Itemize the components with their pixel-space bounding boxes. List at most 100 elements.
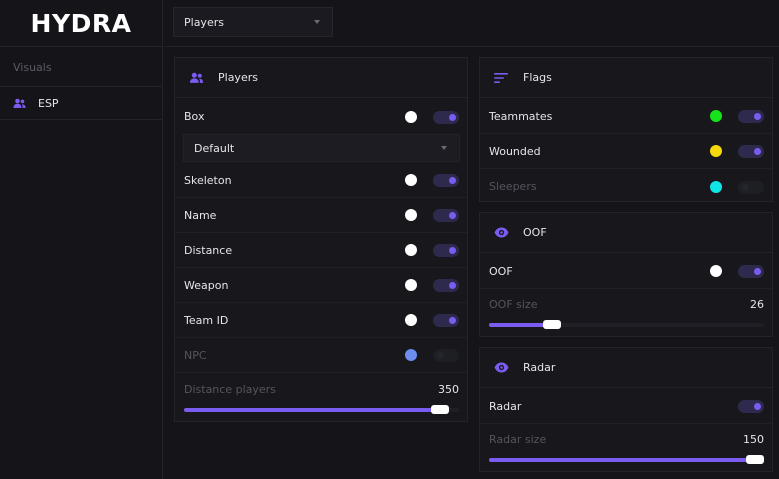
toggle-knob [754, 113, 761, 120]
slider-handle[interactable] [543, 320, 562, 329]
category-dropdown-value: Players [184, 15, 224, 29]
flags-panel-header: Flags [480, 58, 772, 98]
players-panel-header: Players [175, 58, 467, 98]
distance-row: Distance [175, 233, 467, 268]
slider-fill [184, 408, 440, 412]
radar-size-slider[interactable] [489, 455, 764, 464]
oof-size-value: 26 [750, 298, 764, 311]
toggle-knob [449, 113, 456, 121]
sidebar-section-label: Visuals [13, 61, 52, 74]
toggle-knob [754, 268, 761, 275]
weapon-row: Weapon [175, 268, 467, 303]
radar-row: Radar [480, 389, 772, 424]
sleepers-toggle[interactable] [738, 180, 764, 194]
sleepers-row: Sleepers [480, 169, 772, 204]
oof-size-label: OOF size [489, 298, 538, 311]
name-color-picker[interactable] [405, 209, 417, 221]
eye-icon [494, 362, 509, 373]
name-toggle[interactable] [433, 209, 459, 222]
name-row: Name [175, 198, 467, 233]
teammates-color-picker[interactable] [710, 110, 722, 122]
sidebar-item-label: ESP [38, 96, 59, 110]
distance-players-value: 350 [438, 383, 459, 396]
oof-size-slider[interactable] [489, 320, 764, 329]
sidebar-item-esp[interactable]: ESP [0, 86, 162, 120]
slider-handle[interactable] [430, 405, 449, 414]
users-icon [13, 98, 26, 108]
teammates-toggle[interactable] [738, 110, 764, 123]
radar-toggle[interactable] [738, 400, 764, 413]
players-panel: Players Box Default Skeleton Name Distan… [174, 57, 468, 422]
box-style-value: Default [194, 141, 235, 155]
radar-label: Radar [489, 399, 522, 413]
flags-panel-title: Flags [523, 71, 552, 84]
toggle-knob [754, 148, 761, 155]
teammates-label: Teammates [489, 109, 553, 123]
toggle-knob [449, 177, 456, 184]
radar-panel: Radar Radar Radar size 150 [479, 347, 773, 472]
slider-handle[interactable] [746, 455, 764, 464]
oof-label: OOF [489, 264, 513, 278]
teammates-row: Teammates [480, 99, 772, 134]
toggle-knob [449, 212, 456, 219]
weapon-color-picker[interactable] [405, 279, 417, 291]
chevron-down-icon [441, 146, 447, 150]
users-icon [189, 72, 204, 83]
npc-color-picker[interactable] [405, 349, 417, 361]
chevron-down-icon [314, 20, 320, 24]
npc-row: NPC [175, 338, 467, 373]
team-id-label: Team ID [184, 313, 229, 327]
oof-panel-header: OOF [480, 213, 772, 253]
name-label: Name [184, 208, 217, 222]
distance-players-slider[interactable] [184, 405, 459, 414]
players-panel-title: Players [218, 71, 258, 84]
oof-panel-title: OOF [523, 226, 547, 239]
distance-color-picker[interactable] [405, 244, 417, 256]
radar-size-label: Radar size [489, 433, 547, 446]
weapon-toggle[interactable] [433, 279, 459, 292]
radar-panel-header: Radar [480, 348, 772, 388]
distance-players-label: Distance players [184, 383, 276, 396]
toggle-knob [437, 352, 444, 359]
oof-row: OOF [480, 254, 772, 289]
skeleton-label: Skeleton [184, 173, 232, 187]
sleepers-label: Sleepers [489, 180, 537, 193]
npc-toggle[interactable] [433, 349, 459, 362]
oof-panel: OOF OOF OOF size 26 [479, 212, 773, 337]
box-style-dropdown[interactable]: Default [183, 134, 460, 162]
sidebar: HYDRA Visuals ESP [0, 0, 163, 479]
box-row: Box [175, 99, 467, 134]
skeleton-row: Skeleton [175, 163, 467, 198]
flags-panel: Flags Teammates Wounded Sleepers [479, 57, 773, 202]
toggle-knob [449, 317, 456, 324]
oof-color-picker[interactable] [710, 265, 722, 277]
app-logo: HYDRA [0, 0, 162, 47]
team-id-color-picker[interactable] [405, 314, 417, 326]
skeleton-color-picker[interactable] [405, 174, 417, 186]
wounded-toggle[interactable] [738, 145, 764, 158]
sleepers-color-picker[interactable] [710, 180, 722, 193]
category-dropdown[interactable]: Players [173, 7, 333, 37]
distance-toggle[interactable] [433, 244, 459, 257]
skeleton-toggle[interactable] [433, 174, 459, 187]
team-id-toggle[interactable] [433, 314, 459, 327]
eye-icon [494, 227, 509, 238]
radar-panel-title: Radar [523, 361, 556, 374]
npc-label: NPC [184, 348, 207, 362]
filter-lines-icon [494, 72, 508, 83]
toggle-knob [449, 282, 456, 289]
toggle-knob [742, 183, 749, 191]
team-id-row: Team ID [175, 303, 467, 338]
wounded-color-picker[interactable] [710, 145, 722, 157]
slider-fill [489, 458, 755, 462]
oof-toggle[interactable] [738, 265, 764, 278]
radar-size-value: 150 [743, 433, 764, 446]
toggle-knob [449, 247, 456, 254]
wounded-row: Wounded [480, 134, 772, 169]
box-label: Box [184, 110, 205, 123]
box-toggle[interactable] [433, 110, 459, 124]
wounded-label: Wounded [489, 144, 541, 158]
toggle-knob [754, 403, 761, 410]
box-color-picker[interactable] [405, 110, 417, 123]
distance-label: Distance [184, 243, 233, 257]
